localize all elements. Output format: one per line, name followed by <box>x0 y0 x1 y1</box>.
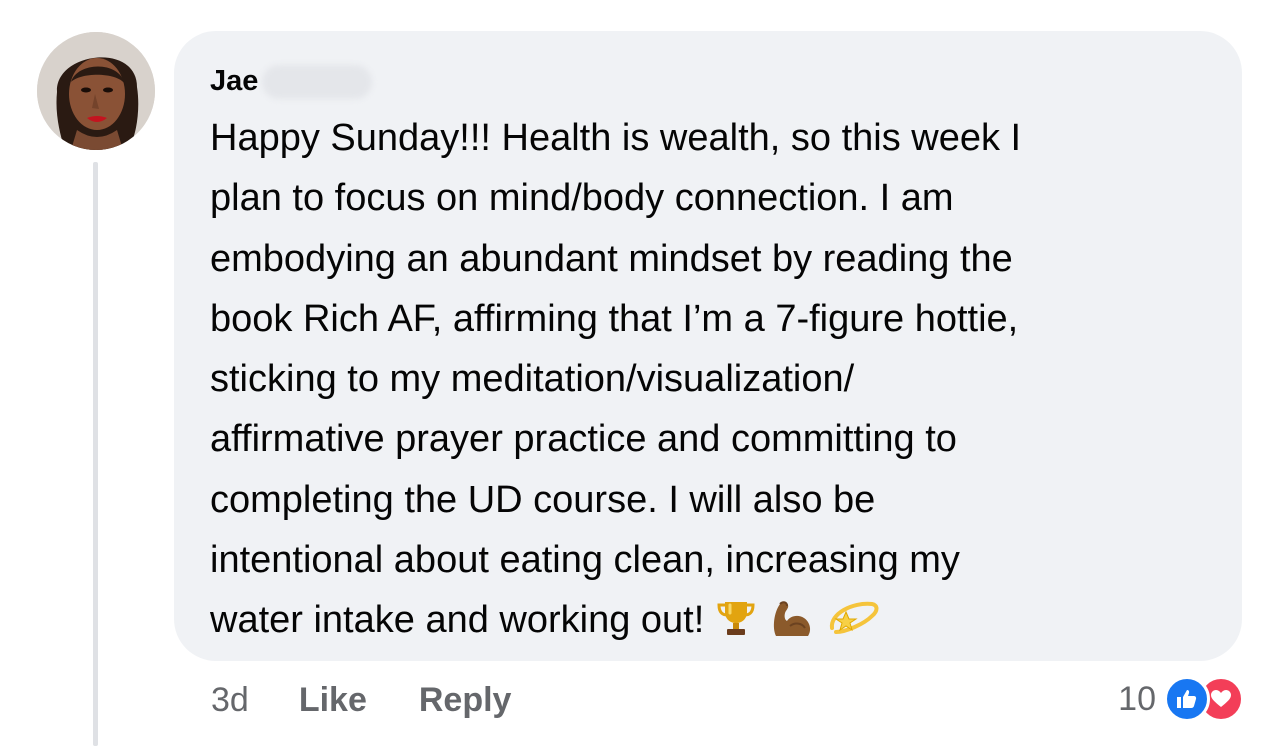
like-icon <box>1164 676 1210 722</box>
author-name[interactable]: Jae <box>210 61 258 101</box>
like-button[interactable]: Like <box>299 681 367 720</box>
flexed-biceps-icon <box>768 596 814 656</box>
reply-button[interactable]: Reply <box>419 681 512 720</box>
timestamp[interactable]: 3d <box>211 681 249 720</box>
redaction-blur <box>262 65 372 99</box>
dizzy-star-icon <box>826 596 880 656</box>
comment-bubble: Jae Happy Sunday!!! Health is wealth, so… <box>174 31 1242 661</box>
comment-body: Happy Sunday!!! Health is wealth, so thi… <box>210 108 1210 657</box>
author-row: Jae <box>210 61 1206 101</box>
comment-text: Happy Sunday!!! Health is wealth, so thi… <box>210 117 1022 642</box>
avatar[interactable] <box>37 32 155 150</box>
thread-line <box>93 162 98 746</box>
reactions-summary[interactable]: 10 <box>1118 674 1244 724</box>
avatar-image <box>37 32 155 150</box>
comment-actions: 3d Like Reply <box>211 676 563 724</box>
trophy-icon <box>716 596 756 656</box>
reaction-count[interactable]: 10 <box>1118 680 1156 719</box>
